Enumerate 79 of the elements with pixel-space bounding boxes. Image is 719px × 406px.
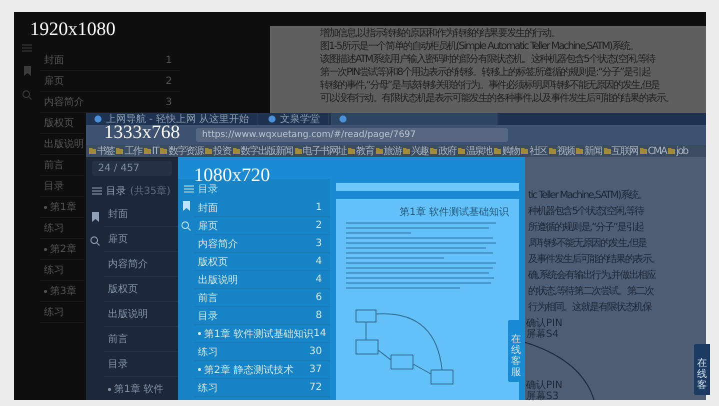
folder-icon — [376, 148, 383, 154]
bookmark-link[interactable]: 温泉地 — [458, 146, 492, 156]
folder-icon — [294, 148, 302, 154]
folder-icon — [116, 148, 124, 154]
toc-header: 目录 (共35章) — [86, 180, 178, 202]
page-counter: 24 / 457 — [92, 161, 172, 176]
bookmark-link[interactable]: 新闻 — [576, 146, 602, 156]
address-field[interactable]: https://www.wqxuetang.com/#/read/page/7697 — [196, 128, 508, 142]
bookmark-link[interactable]: 购物 — [494, 146, 520, 156]
folder-icon — [89, 148, 96, 154]
toc-item[interactable]: 出版说明 — [40, 134, 84, 155]
bookmark-link[interactable]: CMA — [640, 146, 666, 156]
bookmark-link[interactable]: 政府 — [430, 146, 456, 156]
search-icon[interactable] — [90, 236, 100, 246]
toc-chapter-item[interactable]: 第2章 — [40, 239, 84, 260]
search-icon[interactable] — [181, 221, 191, 231]
bookmark-link[interactable]: 兴趣 — [403, 146, 428, 156]
toc-item[interactable]: 前言 — [40, 155, 84, 176]
bookmark-link[interactable]: 投资 — [205, 146, 230, 156]
folder-icon — [576, 148, 584, 154]
folder-icon — [144, 148, 151, 154]
resolution-label: 1333x768 — [104, 123, 180, 143]
bookmark-link[interactable]: IT — [144, 146, 158, 156]
page-text-line: 转移的事件,“分母”是与该转移关联的行为。事件必须标明,即转移不能无原因的发生,但是 — [320, 80, 661, 92]
toc-item[interactable]: 封面 1 — [40, 50, 180, 71]
toc-chapter-item[interactable]: 第3章 — [40, 281, 84, 302]
toc-item[interactable]: 扉页 2 — [40, 71, 180, 92]
toc-item[interactable]: 练习 — [40, 260, 84, 281]
toc-item[interactable]: 练习 — [40, 218, 84, 239]
folder-icon — [494, 148, 501, 154]
page-text-line: 行为相同。这就是有限状态机保 — [528, 302, 653, 314]
bookmark-link[interactable]: 教育 — [348, 146, 374, 156]
page-text-line: 可以没有行动。有限状态机是表示可能发生的各种事件,以及事件发生后可能的结果的表示。 — [320, 93, 675, 105]
folder-icon — [403, 148, 410, 154]
folder-icon — [640, 148, 647, 154]
bookmark-link[interactable]: 数字资源 — [160, 146, 204, 156]
bookmark-link[interactable]: 工作 — [116, 146, 142, 156]
folder-icon — [348, 148, 356, 154]
toc-item[interactable]: 版权页 — [40, 113, 84, 134]
page-text-line: 图1-5所示是一个简单的自动柜员机(Simple Automatic Teller Machine,SATM)系统。 — [320, 41, 640, 53]
page-text-line: 及事件发生后可能的结果的表示。 — [528, 254, 660, 266]
page-text-line: 所遵循的规则是,“分子”是引起 — [528, 222, 645, 234]
toc-item[interactable]: 练习 — [40, 302, 84, 323]
menu-icon[interactable] — [92, 187, 102, 195]
bookmark-link[interactable]: job — [668, 146, 688, 156]
bookmark-icon[interactable] — [182, 201, 190, 211]
bookmark-link[interactable]: 互联网 — [604, 146, 638, 156]
folder-icon — [430, 148, 438, 154]
toc-chapter-item[interactable]: 第1章 — [40, 197, 84, 218]
folder-icon — [458, 148, 465, 154]
folder-icon — [160, 148, 168, 154]
bookmark-link[interactable]: 社区 — [521, 146, 547, 156]
folder-icon — [668, 148, 676, 154]
folder-icon — [205, 148, 212, 154]
bookmark-link[interactable]: 旅游 — [376, 146, 402, 156]
bookmark-link[interactable]: 书签 — [89, 146, 114, 156]
folder-icon — [604, 148, 611, 154]
page-text-line: 的状态,等待第二次尝试。第二次 — [528, 286, 655, 298]
page-text-line: 确,系统会有输出行为,并做出相应 — [528, 270, 657, 282]
service-tab[interactable]: 在线客服 — [508, 320, 524, 382]
chapter-header: 第1章 软件测试基础知识 — [399, 206, 509, 219]
page-text-line: 第一次PIN尝试等)和8个用边表示的转移。转移上的标签所遵循的规则是:“分子”是引起 — [320, 67, 652, 79]
diagram-label: 确认PIN 屏幕S4 — [526, 318, 562, 340]
page-text-line: 种机器包含5个状态(空闲,等待 — [528, 206, 645, 218]
resolution-label: 1920x1080 — [30, 20, 116, 40]
bookmark-icon[interactable] — [92, 212, 98, 222]
folder-icon — [548, 148, 556, 154]
diagram-label: 确认PIN 屏幕S3 — [526, 380, 562, 402]
page-text-line: ,即转移不能无原因的发生,但是 — [528, 238, 648, 250]
page-text-line: 增加信息,以指示转移的原因和作为转移的结果要发生的行动。 — [320, 28, 561, 40]
folder-icon — [232, 148, 240, 154]
bookmark-link[interactable]: 视频 — [548, 146, 574, 156]
folder-icon — [521, 148, 528, 154]
page-text-line: tic Teller Machine,SATM)系统。 — [528, 190, 648, 202]
toc-item[interactable]: 目录 — [40, 176, 84, 197]
bookmark-link[interactable]: 电子书网址 — [294, 146, 346, 156]
bookmark-link[interactable]: 数字出版新闻 — [232, 146, 293, 156]
page-text-line: 该图描述ATM系统用户输入密码时的部分有限状态机。这种机器包含5个状态(空闲,等待 — [320, 54, 657, 66]
service-tab[interactable]: 在线客 — [694, 344, 710, 395]
